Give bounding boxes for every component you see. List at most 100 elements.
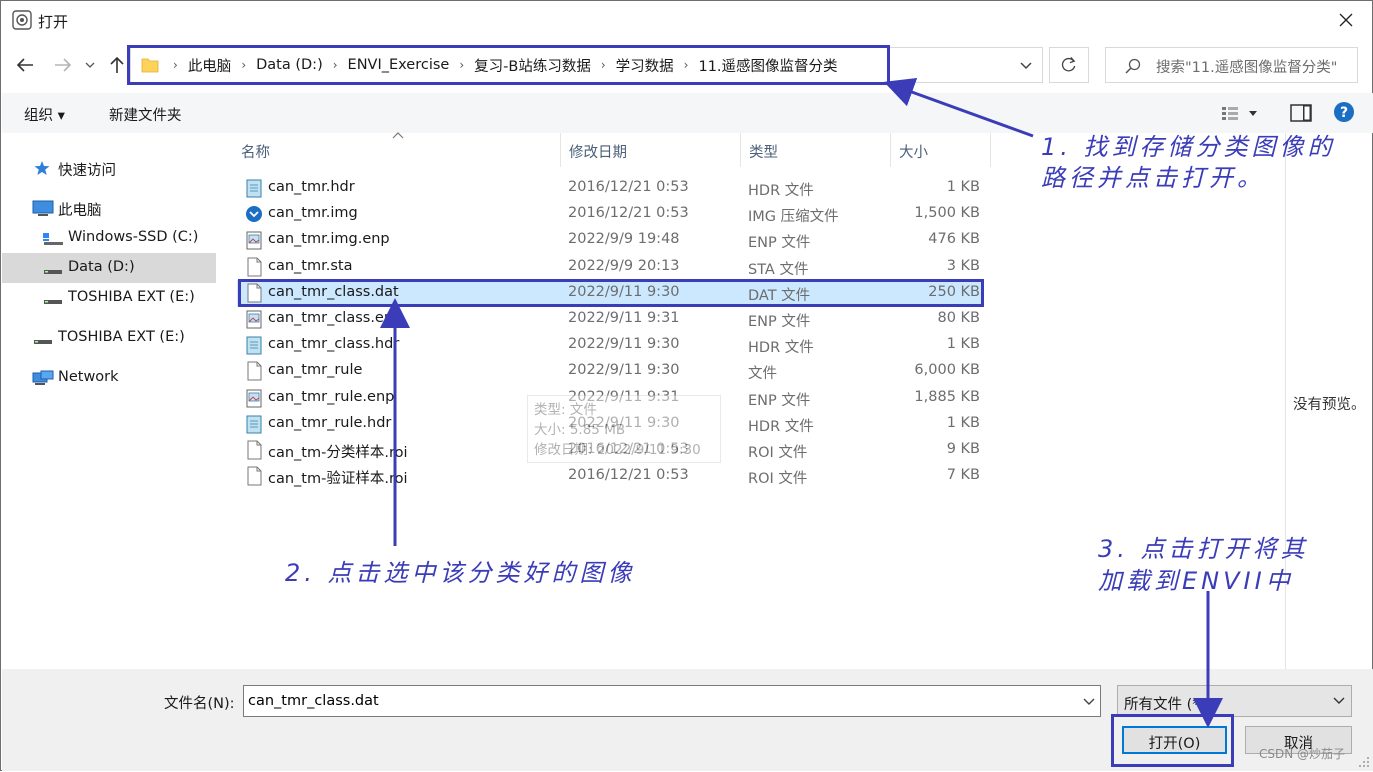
search-placeholder: 搜索"11.遥感图像监督分类" — [1156, 60, 1338, 76]
notepad-icon — [246, 336, 262, 355]
column-header-date[interactable]: 修改日期 — [561, 133, 741, 167]
file-name: can_tmr.img — [268, 205, 358, 222]
file-tooltip: 类型: 文件 大小: 5.85 MB 修改日期: 2022/9/11 9:30 — [527, 395, 721, 463]
search-box[interactable]: 搜索"11.遥感图像监督分类" — [1105, 47, 1358, 83]
new-folder-button[interactable]: 新建文件夹 — [109, 104, 182, 125]
file-name: can_tm-验证样本.roi — [268, 471, 408, 488]
notepad-icon — [246, 179, 262, 198]
resize-grip-icon[interactable] — [1358, 756, 1370, 768]
chevron-down-icon — [1333, 697, 1345, 704]
back-arrow-icon[interactable] — [11, 51, 39, 79]
star-icon — [34, 161, 50, 175]
annotation-step3-line1: 3. 点击打开将其 — [1098, 535, 1309, 563]
sidebar-item-label: 快速访问 — [58, 163, 116, 179]
file-size: 3 KB — [946, 257, 980, 274]
preview-pane-icon[interactable] — [1289, 102, 1313, 124]
blank-file-icon — [247, 466, 262, 486]
sidebar-item-toshiba-ext-root[interactable]: TOSHIBA EXT (E:) — [2, 323, 216, 353]
sidebar-item-label: TOSHIBA EXT (E:) — [58, 329, 185, 345]
file-type: HDR 文件 — [748, 183, 814, 199]
file-name: can_tm-分类样本.roi — [268, 445, 408, 461]
file-size: 1 KB — [946, 336, 980, 353]
file-type: HDR 文件 — [748, 340, 814, 357]
image-file-icon — [246, 231, 262, 250]
sidebar-item-label: Data (D:) — [68, 259, 135, 275]
annotation-step3-line2: 加载到ENVII中 — [1098, 567, 1294, 595]
image-file-icon — [246, 310, 262, 329]
file-row[interactable]: can_tmr_class.enp 2022/9/11 9:31 ENP 文件 80 … — [237, 306, 984, 332]
file-type: STA 文件 — [748, 261, 809, 278]
navigation-pane: 快速访问 此电脑 Windows-SSD (C:) Data (D:) TOSH… — [2, 133, 218, 669]
file-row[interactable]: can_tmr.img 2016/12/21 0:53 IMG 压缩文件 1,500 … — [237, 201, 984, 227]
column-header-size[interactable]: 大小 — [891, 133, 991, 167]
column-header-type[interactable]: 类型 — [741, 133, 891, 167]
column-header-name[interactable]: 名称 — [233, 133, 561, 167]
blank-file-icon — [247, 440, 262, 460]
sidebar-item-quick-access[interactable]: 快速访问 — [2, 153, 216, 183]
no-preview-text: 没有预览。 — [1293, 397, 1366, 413]
file-open-dialog: 打开 › 此电脑 › Data (D:) › ENVI_Exercise › 复… — [0, 0, 1373, 771]
file-type: ENP 文件 — [748, 235, 811, 252]
file-type-filter-value: 所有文件 (*.*) — [1124, 697, 1218, 713]
window-title: 打开 — [38, 13, 69, 31]
blank-file-icon — [247, 257, 262, 277]
forward-arrow-icon[interactable] — [49, 51, 77, 79]
recent-chevron-down-icon[interactable] — [81, 51, 99, 79]
file-row[interactable]: can_tm-验证样本.roi 2016/12/21 0:53 ROI 文件 7 KB — [237, 463, 984, 489]
title-bar: 打开 — [1, 1, 1372, 39]
filename-history-chevron-icon[interactable] — [1078, 685, 1100, 717]
file-name: can_tmr.img.enp — [268, 231, 390, 248]
file-modified-date: 2022/9/9 20:13 — [568, 257, 680, 274]
annotation-step2: 2. 点击选中该分类好的图像 — [285, 559, 636, 587]
system-drive-icon — [43, 233, 63, 245]
file-row[interactable]: can_tmr_class.hdr 2022/9/11 9:30 HDR 文件 1 K… — [237, 332, 984, 358]
address-history-chevron-icon[interactable] — [1011, 51, 1041, 79]
file-row[interactable]: can_tmr_rule 2022/9/11 9:30 文件 6,000 KB — [237, 358, 984, 384]
file-row[interactable]: can_tmr.sta 2022/9/9 20:13 STA 文件 3 KB — [237, 254, 984, 280]
refresh-icon[interactable] — [1049, 47, 1089, 83]
file-name: can_tmr_rule.hdr — [268, 414, 392, 431]
file-size: 1 KB — [946, 179, 980, 195]
sidebar-item-toshiba-ext[interactable]: TOSHIBA EXT (E:) — [2, 283, 216, 313]
drive-icon — [44, 300, 62, 304]
tooltip-date: 修改日期: 2022/9/11 9:30 — [534, 442, 701, 458]
file-name: can_tmr_class.hdr — [268, 336, 400, 353]
sidebar-item-this-pc[interactable]: 此电脑 — [2, 193, 216, 223]
filename-label: 文件名(N): — [164, 696, 235, 712]
filename-input[interactable] — [243, 685, 1101, 717]
file-row[interactable]: can_tmr.img.enp 2022/9/9 19:48 ENP 文件 476 K… — [237, 227, 984, 253]
sidebar-item-label: TOSHIBA EXT (E:) — [68, 289, 195, 305]
file-name: can_tmr_rule — [268, 362, 363, 379]
drive-icon — [44, 270, 62, 274]
file-row[interactable]: can_tmr.hdr 2016/12/21 0:53 HDR 文件 1 KB — [237, 175, 984, 201]
notepad-icon — [246, 415, 262, 434]
file-size: 476 KB — [928, 231, 980, 248]
drive-icon — [34, 340, 52, 344]
file-size: 9 KB — [946, 441, 980, 457]
tooltip-size: 大小: 5.85 MB — [534, 422, 626, 438]
disc-image-icon — [246, 206, 262, 223]
file-modified-date: 2016/12/21 0:53 — [568, 205, 689, 222]
selected-file-annotation-box — [238, 279, 984, 307]
svg-text:?: ? — [1340, 105, 1348, 121]
file-size: 1,500 KB — [914, 205, 980, 222]
file-name: can_tmr.sta — [268, 257, 353, 274]
view-options-icon[interactable] — [1220, 102, 1260, 124]
file-modified-date: 2016/12/21 0:53 — [568, 467, 689, 484]
app-icon — [12, 10, 32, 30]
sidebar-item-windows-ssd[interactable]: Windows-SSD (C:) — [2, 223, 216, 253]
close-icon[interactable] — [1326, 1, 1366, 39]
help-icon[interactable]: ? — [1333, 101, 1355, 123]
sidebar-item-data-drive[interactable]: Data (D:) — [2, 253, 216, 283]
image-file-icon — [246, 389, 262, 408]
file-type-filter-select[interactable]: 所有文件 (*.*) — [1117, 685, 1352, 717]
annotation-step1-line2: 路径并点击打开。 — [1041, 164, 1265, 192]
organize-button[interactable]: 组织 ▾ — [24, 104, 65, 125]
file-type: IMG 压缩文件 — [748, 209, 839, 226]
computer-icon — [32, 200, 54, 216]
file-type: ROI 文件 — [748, 471, 808, 488]
sidebar-item-label: Network — [58, 369, 119, 385]
blank-file-icon — [247, 361, 262, 381]
open-button-annotation-box — [1111, 714, 1234, 767]
sidebar-item-network[interactable]: Network — [2, 363, 216, 393]
